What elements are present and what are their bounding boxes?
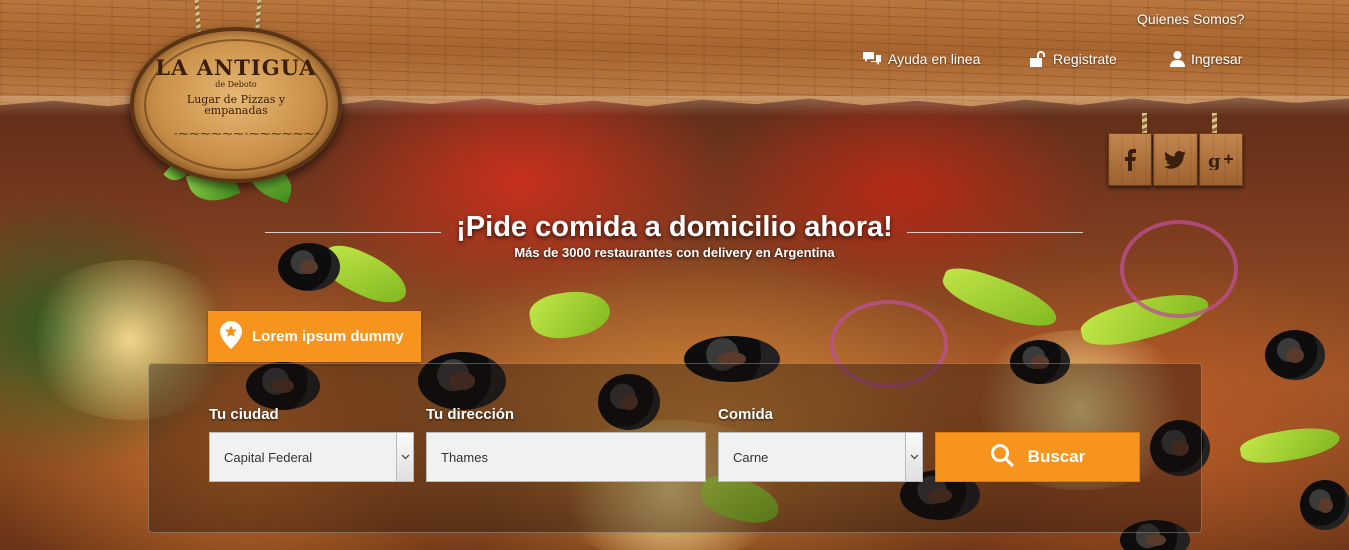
search-button-label: Buscar <box>1027 447 1086 466</box>
logo-subtitle: de Deboto <box>215 80 257 89</box>
pepper-slice <box>526 285 614 344</box>
site-logo[interactable]: LA ANTIGUA de Deboto Lugar de Pizzas y e… <box>130 27 342 183</box>
chat-bubbles-icon <box>862 50 882 68</box>
pepper-slice <box>1238 421 1342 469</box>
logo-tagline: Lugar de Pizzas y empanadas <box>186 93 286 117</box>
olive <box>1265 330 1325 380</box>
food-select-value: Carne <box>733 449 769 465</box>
social-rope <box>1142 113 1147 135</box>
facebook-icon[interactable] <box>1108 133 1153 186</box>
user-icon <box>1170 50 1185 67</box>
register-link[interactable]: Registrate <box>1029 50 1117 68</box>
address-input-value: Thames <box>441 449 488 465</box>
address-input[interactable]: Thames <box>426 432 706 482</box>
search-button[interactable]: Buscar <box>935 432 1140 482</box>
about-link[interactable]: Quienes Somos? <box>1137 11 1244 27</box>
food-label: Comida <box>718 406 774 423</box>
city-label: Tu ciudad <box>209 406 279 423</box>
logo-title: LA ANTIGUA <box>155 55 317 80</box>
olive <box>1300 480 1349 530</box>
svg-text:g: g <box>1208 151 1221 170</box>
pepper-slice <box>937 260 1063 336</box>
hero-subheadline: Más de 3000 restaurantes con delivery en… <box>514 245 835 260</box>
login-link-label: Ingresar <box>1191 50 1243 67</box>
city-select[interactable]: Capital Federal <box>209 432 414 482</box>
promo-tab-label: Lorem ipsum dummy <box>252 328 404 345</box>
register-link-label: Registrate <box>1053 51 1117 67</box>
hero-headline: ¡Pide comida a domicilio ahora! <box>456 211 893 243</box>
food-select[interactable]: Carne <box>718 432 923 482</box>
city-select-value: Capital Federal <box>224 449 313 465</box>
about-link-label: Quienes Somos? <box>1137 11 1245 27</box>
social-rope <box>1212 113 1217 135</box>
twitter-icon[interactable] <box>1153 133 1198 186</box>
social-links: g <box>1108 133 1244 186</box>
chevron-down-icon <box>396 433 413 481</box>
search-icon <box>990 443 1014 472</box>
chevron-down-icon <box>905 433 922 481</box>
login-link[interactable]: Ingresar <box>1170 50 1242 67</box>
unlock-icon <box>1029 50 1047 68</box>
map-pin-star-icon <box>220 320 242 353</box>
logo-flourish-icon: ◦⁓⁓⁓⁓⁓⁓◦⁓⁓⁓⁓⁓⁓◦ <box>174 129 320 140</box>
promo-tab[interactable]: Lorem ipsum dummy <box>208 311 421 362</box>
google-plus-icon[interactable]: g <box>1198 133 1243 186</box>
address-label: Tu dirección <box>426 406 515 423</box>
help-link-label: Ayuda en linea <box>888 51 981 67</box>
help-link[interactable]: Ayuda en linea <box>862 50 980 68</box>
